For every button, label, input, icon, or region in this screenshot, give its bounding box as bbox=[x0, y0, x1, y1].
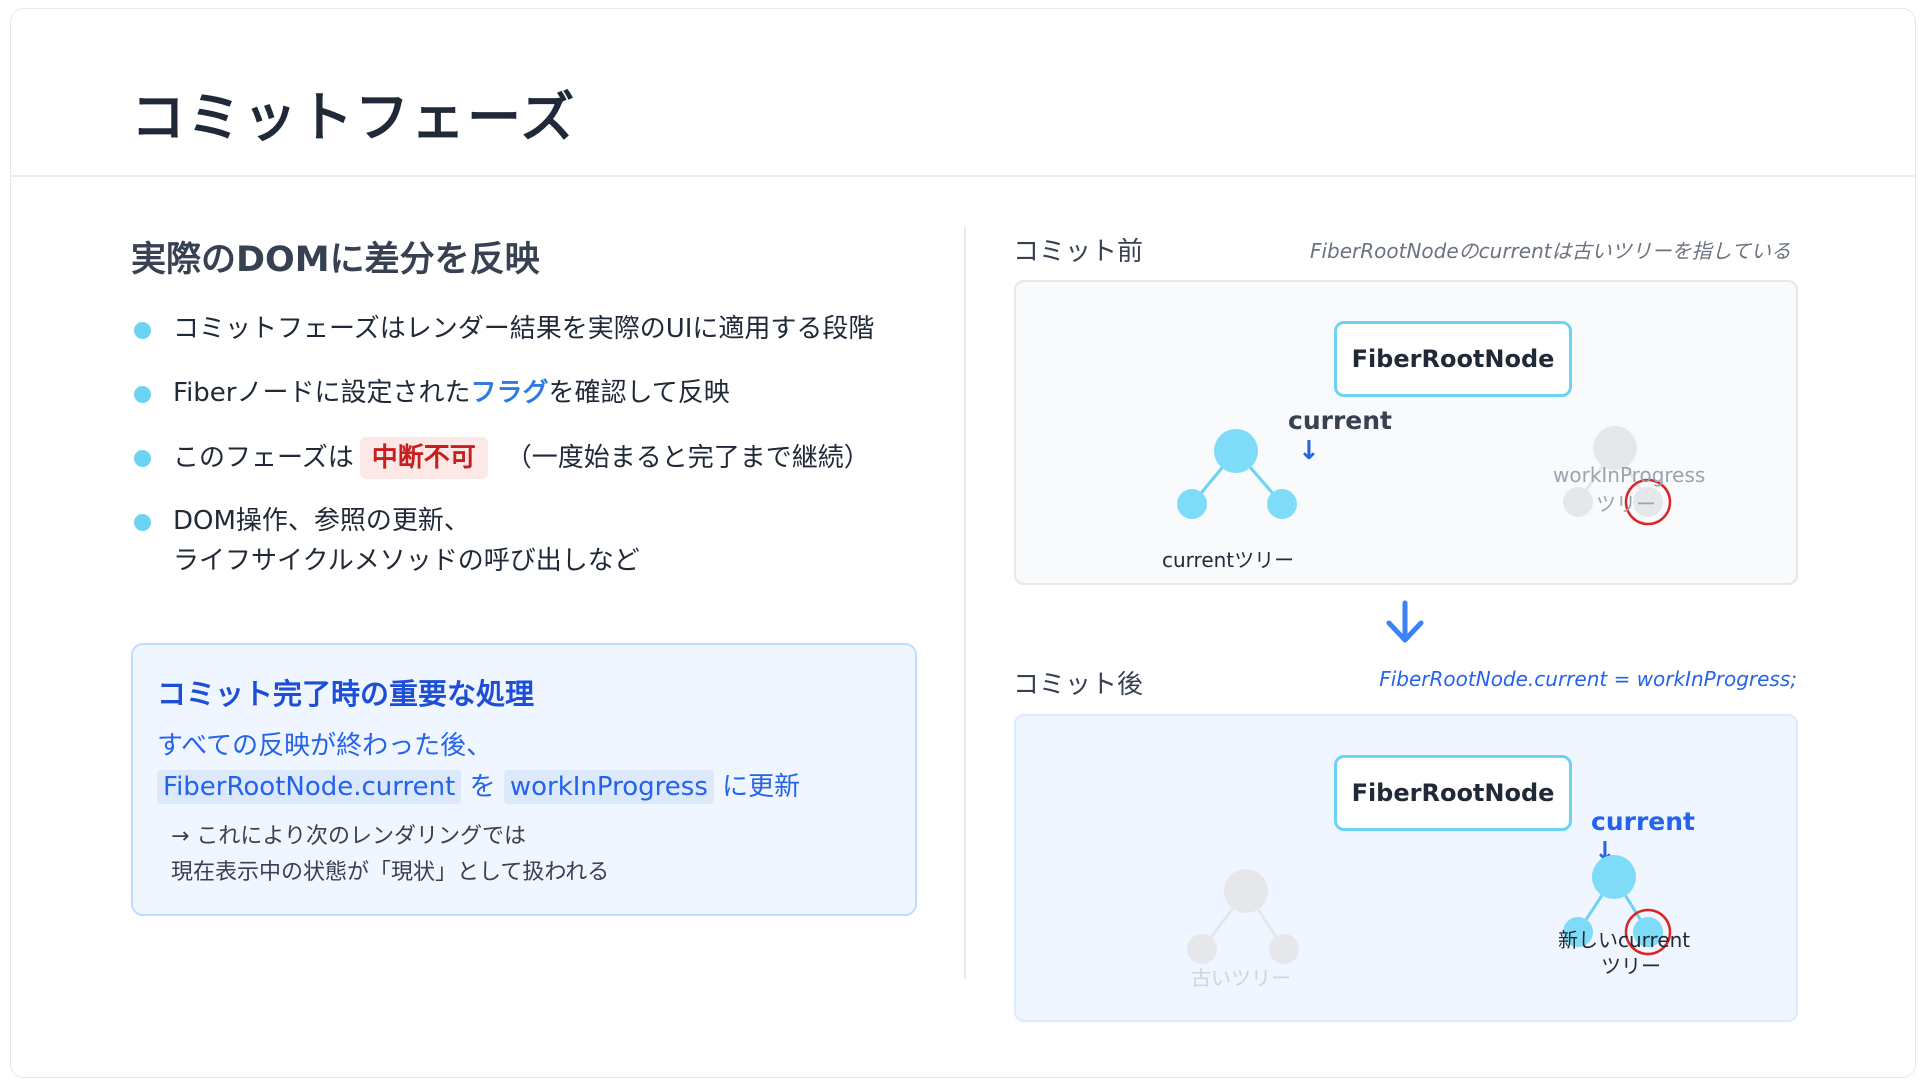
column-divider bbox=[964, 227, 966, 979]
note-subtext-line: 現在表示中の状態が「現状」として扱われる bbox=[171, 860, 610, 885]
important-note-box: コミット完了時の重要な処理 すべての反映が終わった後、 FiberRootNod… bbox=[131, 643, 917, 916]
bullet-text: コミットフェーズはレンダー結果を実際のUIに適用する段階 bbox=[173, 314, 875, 344]
note-subtext: → これにより次のレンダリングでは 現在表示中の状態が「現状」として扱われる bbox=[171, 819, 609, 891]
new-current-tree-label: ツリー bbox=[1601, 954, 1661, 978]
list-item: このフェーズは 中断不可 （一度始まると完了まで継続） bbox=[131, 437, 931, 479]
bullet-text: ライフサイクルメソッドの呼び出しなど bbox=[173, 546, 640, 576]
bullet-dot-icon bbox=[134, 514, 151, 531]
new-current-tree-label: 新しいcurrent bbox=[1558, 928, 1691, 952]
list-item: コミットフェーズはレンダー結果を実際のUIに適用する段階 bbox=[131, 309, 931, 349]
current-tree-label: currentツリー bbox=[1162, 548, 1295, 572]
work-in-progress-label: ツリー bbox=[1596, 492, 1656, 516]
note-text: すべての反映が終わった後、 bbox=[157, 731, 493, 761]
bullet-dot-icon bbox=[134, 322, 151, 339]
before-commit-panel: FiberRootNode current ↓ currentツリー workI… bbox=[1014, 280, 1798, 585]
list-item: Fiberノードに設定されたフラグを確認して反映 bbox=[131, 373, 931, 413]
current-tree-graphic bbox=[1177, 429, 1297, 519]
fiber-root-node: FiberRootNode bbox=[1334, 755, 1572, 831]
work-in-progress-label: workInProgress bbox=[1553, 463, 1706, 487]
current-pointer-label: current bbox=[1591, 807, 1695, 836]
bullet-text: Fiberノードに設定された bbox=[173, 378, 471, 408]
old-tree-label: 古いツリー bbox=[1191, 966, 1291, 990]
note-text: を bbox=[469, 772, 496, 802]
old-tree-graphic bbox=[1187, 869, 1299, 964]
after-commit-caption: FiberRootNode.current = workInProgress; bbox=[1379, 667, 1797, 691]
section-heading: 実際のDOMに差分を反映 bbox=[131, 240, 540, 280]
bullet-text: DOM操作、参照の更新、 bbox=[173, 506, 470, 536]
status-badge: 中断不可 bbox=[359, 437, 488, 479]
flag-highlight: フラグ bbox=[470, 378, 549, 408]
bullet-text: このフェーズは bbox=[173, 443, 354, 473]
note-text: に更新 bbox=[722, 772, 801, 802]
list-item: DOM操作、参照の更新、 ライフサイクルメソッドの呼び出しなど bbox=[131, 501, 931, 581]
arrow-down-icon bbox=[1386, 600, 1424, 643]
bullet-text: を確認して反映 bbox=[548, 378, 730, 408]
note-text: FiberRootNode.current を workInProgress に… bbox=[157, 766, 801, 804]
bullet-list: コミットフェーズはレンダー結果を実際のUIに適用する段階 Fiberノードに設定… bbox=[131, 309, 931, 581]
bullet-dot-icon bbox=[134, 386, 151, 403]
fiber-root-node: FiberRootNode bbox=[1334, 321, 1572, 397]
after-commit-panel: FiberRootNode current ↓ 古いツリー 新しいcurrent… bbox=[1014, 714, 1798, 1022]
code-snippet: FiberRootNode.current bbox=[157, 770, 462, 804]
bullet-dot-icon bbox=[134, 450, 151, 467]
page-title: コミットフェーズ bbox=[131, 86, 577, 149]
after-commit-label: コミット後 bbox=[1013, 670, 1144, 700]
title-divider bbox=[11, 175, 1915, 177]
bullet-text: （一度始まると完了まで継続） bbox=[505, 443, 870, 473]
before-commit-label: コミット前 bbox=[1013, 237, 1144, 267]
slide: コミットフェーズ 実際のDOMに差分を反映 コミットフェーズはレンダー結果を実際… bbox=[10, 8, 1916, 1078]
before-commit-caption: FiberRootNodeのcurrentは古いツリーを指している bbox=[1309, 239, 1791, 263]
code-snippet: workInProgress bbox=[503, 770, 714, 804]
note-subtext-line: → これにより次のレンダリングでは bbox=[171, 824, 526, 849]
note-title: コミット完了時の重要な処理 bbox=[157, 677, 535, 711]
